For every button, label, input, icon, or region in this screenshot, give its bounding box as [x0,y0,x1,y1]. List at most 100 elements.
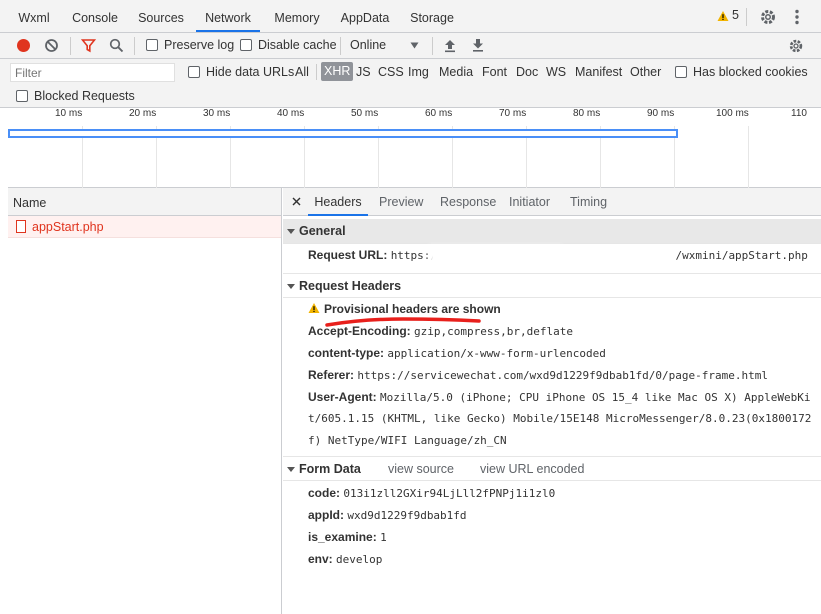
form-key: env: [308,552,333,566]
tab-memory[interactable]: Memory [268,0,326,32]
collapse-triangle-icon[interactable] [287,229,295,234]
request-url-key: Request URL: [308,248,388,262]
form-value: wxd9d1229f9dbab1fd [347,509,467,522]
form-value: 013i1zll2GXir94LjLll2fPNPj1i1zl0 [343,487,556,500]
has-blocked-cookies-checkbox[interactable] [675,66,687,78]
tab-timing[interactable]: Timing [570,188,607,216]
timeline-request-bar [8,129,678,138]
filter-type-xhr[interactable]: XHR [321,62,354,81]
header-value: gzip,compress,br,deflate [414,325,573,338]
collapse-triangle-icon[interactable] [287,284,295,289]
preserve-log-checkbox[interactable] [146,39,158,51]
general-section-title: General [299,224,346,238]
filter-type-doc[interactable]: Doc [516,65,538,79]
form-data-section-title: Form Data [299,462,361,476]
header-key: Referer: [308,368,355,382]
dropdown-arrow-icon[interactable] [410,42,419,49]
disable-cache-checkbox[interactable] [240,39,252,51]
form-row-appid: appId: wxd9d1229f9dbab1fd [308,508,467,522]
tab-sources[interactable]: Sources [134,0,188,32]
filter-type-img[interactable]: Img [408,65,429,79]
divider [432,37,433,55]
header-row-referer: Referer: https://servicewechat.com/wxd9d… [308,368,768,382]
timeline-tick: 110 [791,108,807,119]
name-column-header[interactable]: Name [8,188,281,216]
filter-type-font[interactable]: Font [482,65,507,79]
filter-type-manifest[interactable]: Manifest [575,65,622,79]
header-value: Mozilla/5.0 (iPhone; CPU iPhone OS 15_4 … [380,391,811,404]
request-row[interactable]: appStart.php [8,216,281,238]
form-data-section-header[interactable]: Form Data view source view URL encoded [283,456,821,481]
settings-gear-icon[interactable] [759,8,777,26]
form-value: 1 [380,531,387,544]
filter-type-media[interactable]: Media [439,65,473,79]
tab-appdata[interactable]: AppData [334,0,396,32]
warning-icon [717,11,729,21]
provisional-headers-warning: Provisional headers are shown [308,302,501,316]
divider [340,37,341,55]
header-row-content-type: content-type: application/x-www-form-url… [308,346,606,360]
filter-type-ws[interactable]: WS [546,65,566,79]
collapse-triangle-icon[interactable] [287,467,295,472]
timeline-tick: 90 ms [647,108,675,119]
import-har-icon[interactable] [443,38,457,53]
timeline-tick: 10 ms [55,108,83,119]
more-options-icon[interactable] [788,8,806,26]
clear-icon[interactable] [44,38,59,53]
form-key: is_examine: [308,530,377,544]
request-name: appStart.php [32,220,104,234]
details-tab-bar: Headers Preview Response Initiator Timin… [283,188,821,216]
divider [316,64,317,80]
view-url-encoded-link[interactable]: view URL encoded [480,457,584,482]
tab-storage[interactable]: Storage [404,0,460,32]
has-blocked-cookies-label: Has blocked cookies [693,65,808,79]
file-icon [16,220,26,233]
throttling-select[interactable]: Online [350,38,386,52]
tab-network[interactable]: Network [196,0,260,32]
header-key: User-Agent: [308,390,377,404]
header-value: application/x-www-form-urlencoded [387,347,606,360]
form-row-code: code: 013i1zll2GXir94LjLll2fPNPj1i1zl0 [308,486,555,500]
divider [746,8,747,26]
warnings-indicator[interactable]: 5 [717,8,739,25]
record-icon[interactable] [16,38,31,53]
hide-data-urls-checkbox[interactable] [188,66,200,78]
filter-type-all[interactable]: All [295,65,309,79]
request-list-panel: Name appStart.php [8,188,282,614]
header-row-user-agent: User-Agent: Mozilla/5.0 (iPhone; CPU iPh… [308,390,810,404]
filter-type-css[interactable]: CSS [378,65,404,79]
tab-wxml[interactable]: Wxml [12,0,56,32]
network-toolbar: Preserve log Disable cache Online [0,33,821,59]
search-icon[interactable] [109,38,124,53]
timeline-gridline [748,126,749,188]
form-value: develop [336,553,383,566]
warning-icon [308,303,320,313]
divider [134,37,135,55]
general-section-header[interactable]: General [283,219,821,244]
filter-funnel-icon[interactable] [81,38,96,53]
tab-response[interactable]: Response [440,188,496,216]
export-har-icon[interactable] [471,38,485,53]
provisional-headers-text: Provisional headers are shown [324,302,501,316]
preserve-log-label: Preserve log [164,38,235,52]
tab-headers[interactable]: Headers [308,188,368,216]
blocked-requests-checkbox[interactable] [16,90,28,102]
hide-data-urls-label: Hide data URLs [206,65,295,79]
tab-preview[interactable]: Preview [379,188,423,216]
tab-console[interactable]: Console [67,0,123,32]
form-key: code: [308,486,341,500]
tab-initiator[interactable]: Initiator [509,188,550,216]
view-source-link[interactable]: view source [388,457,454,482]
network-settings-gear-icon[interactable] [788,38,804,54]
warnings-count: 5 [732,8,739,22]
timeline-overview[interactable]: 10 ms 20 ms 30 ms 40 ms 50 ms 60 ms 70 m… [8,108,821,188]
request-headers-section-header[interactable]: Request Headers [283,273,821,298]
filter-type-js[interactable]: JS [356,65,371,79]
user-agent-continued: f) NetType/WIFI Language/zh_CN [308,434,507,447]
filter-type-other[interactable]: Other [630,65,661,79]
close-icon[interactable] [292,197,301,206]
header-row-accept-encoding: Accept-Encoding: gzip,compress,br,deflat… [308,324,573,338]
request-details-panel: Headers Preview Response Initiator Timin… [283,188,821,614]
filter-input[interactable] [10,63,175,82]
header-value: https://servicewechat.com/wxd9d1229f9dba… [357,369,768,382]
